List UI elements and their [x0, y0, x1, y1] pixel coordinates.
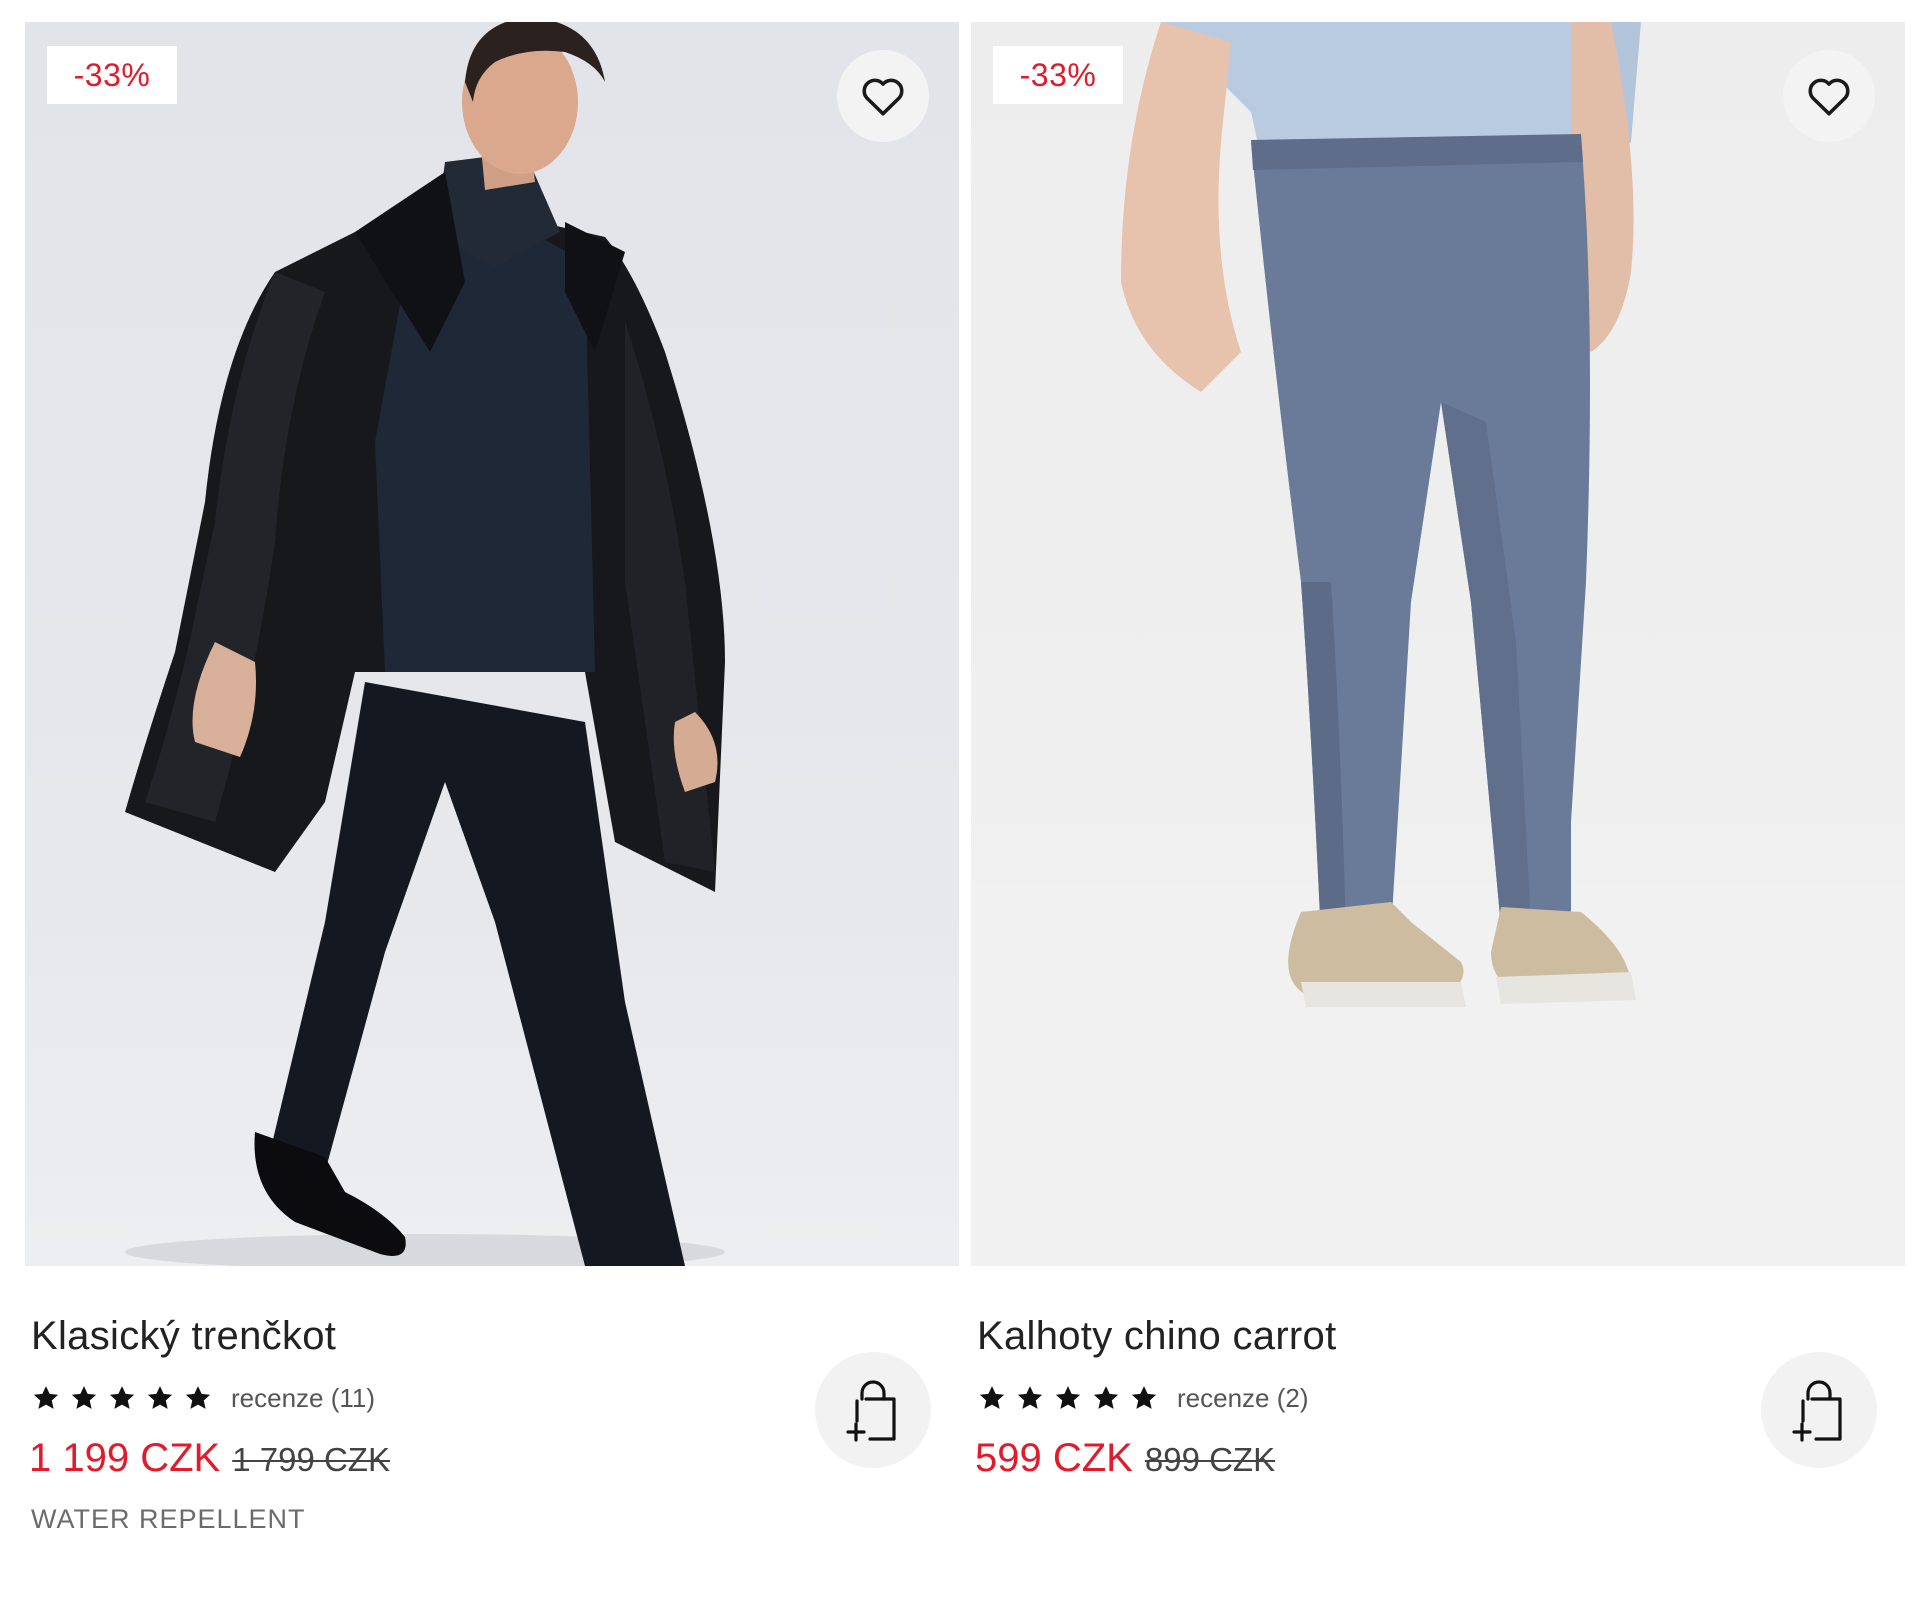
product-card[interactable]: -33% Kalhoty chino carrot recenze (2) 59… [971, 22, 1905, 1566]
wishlist-button[interactable] [1783, 50, 1875, 142]
star-rating [977, 1383, 1159, 1413]
star-icon [71, 1386, 97, 1409]
discount-badge: -33% [47, 46, 177, 104]
product-image-trench-coat[interactable]: -33% [25, 22, 959, 1266]
product-grid: -33% Klasický trenčkot recenze (11) 1 19… [0, 0, 1920, 1606]
reviews-count[interactable]: recenze (11) [231, 1383, 375, 1414]
heart-outline-icon [862, 78, 904, 116]
add-to-cart-button[interactable] [1761, 1352, 1877, 1468]
price-block: 1 199 CZK 1 799 CZK [29, 1436, 390, 1481]
star-rating [31, 1383, 213, 1413]
product-image-chino-pants[interactable]: -33% [971, 22, 1905, 1266]
product-info: Kalhoty chino carrot recenze (2) 599 CZK… [971, 1266, 1905, 1566]
star-icon [1017, 1386, 1043, 1409]
price-current: 599 CZK [975, 1436, 1133, 1480]
discount-badge: -33% [993, 46, 1123, 104]
product-card[interactable]: -33% Klasický trenčkot recenze (11) 1 19… [25, 22, 959, 1566]
product-name[interactable]: Kalhoty chino carrot [977, 1314, 1337, 1359]
price-original: 899 CZK [1144, 1441, 1276, 1478]
star-icon [1093, 1386, 1119, 1409]
star-icon [185, 1386, 211, 1409]
product-name[interactable]: Klasický trenčkot [31, 1314, 336, 1359]
add-to-cart-button[interactable] [815, 1352, 931, 1468]
add-to-bag-icon [846, 1380, 896, 1442]
price-original: 1 799 CZK [232, 1441, 390, 1478]
wishlist-button[interactable] [837, 50, 929, 142]
product-info: Klasický trenčkot recenze (11) 1 199 CZK… [25, 1266, 959, 1566]
product-rating[interactable]: recenze (2) [977, 1380, 1309, 1416]
heart-outline-icon [1808, 78, 1850, 116]
star-icon [1055, 1386, 1081, 1409]
reviews-count[interactable]: recenze (2) [1177, 1383, 1309, 1414]
add-to-bag-icon [1792, 1380, 1842, 1442]
product-photo-illustration [125, 22, 725, 1266]
star-icon [33, 1386, 59, 1409]
star-icon [109, 1386, 135, 1409]
product-feature-label: WATER REPELLENT [31, 1504, 306, 1534]
star-icon [1131, 1386, 1157, 1409]
star-icon [147, 1386, 173, 1409]
star-icon [979, 1386, 1005, 1409]
price-block: 599 CZK 899 CZK [975, 1436, 1275, 1481]
product-photo-illustration [971, 22, 1905, 1266]
price-current: 1 199 CZK [29, 1436, 221, 1480]
product-rating[interactable]: recenze (11) [31, 1380, 375, 1416]
